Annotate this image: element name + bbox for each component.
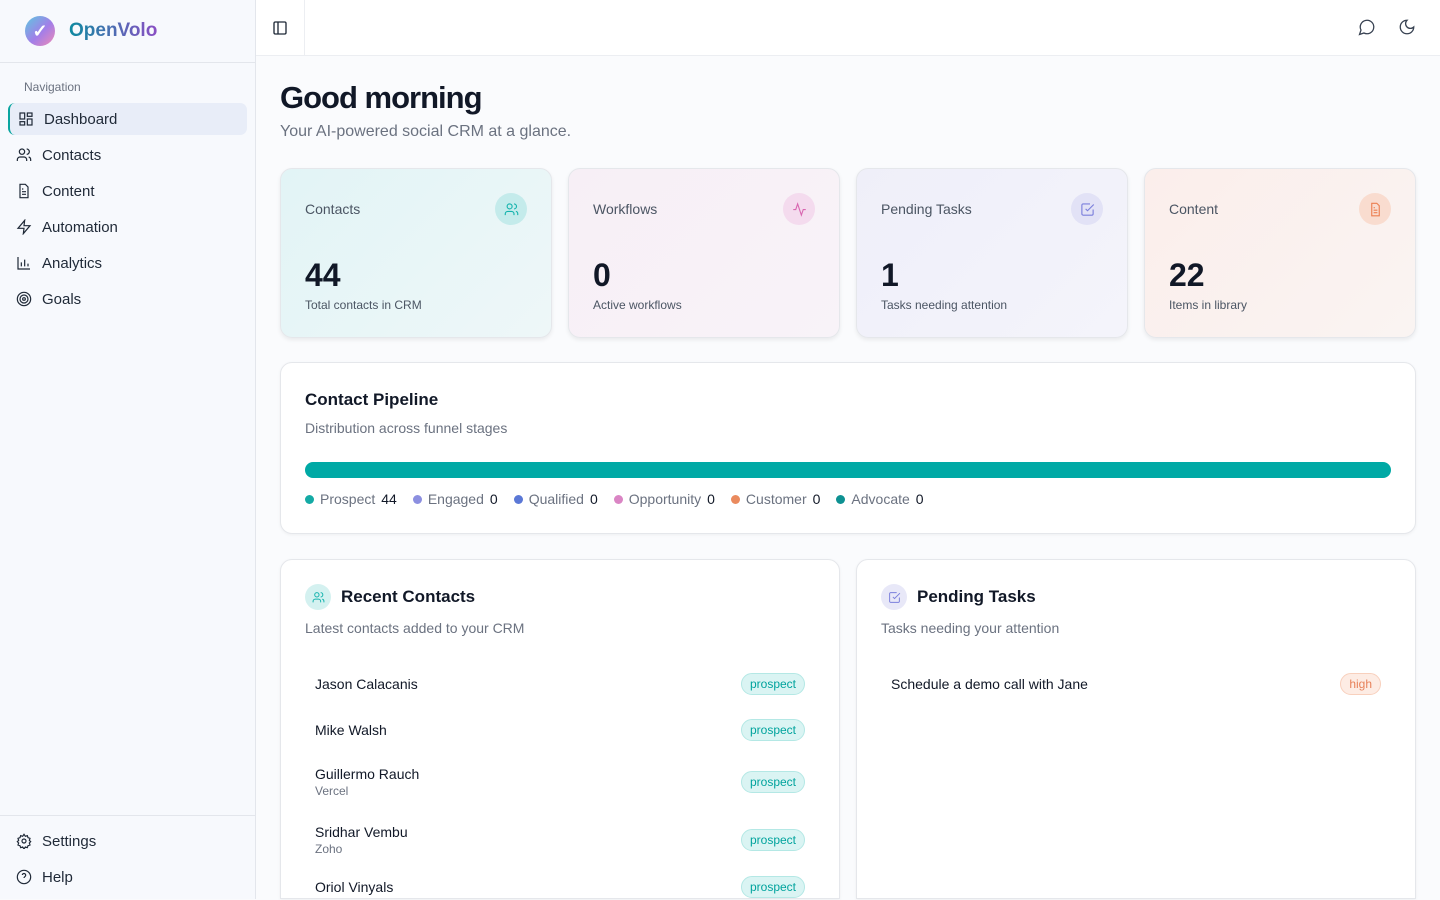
pending-tasks-subtitle: Tasks needing your attention: [881, 620, 1059, 636]
check-square-icon: [1071, 193, 1103, 225]
contact-row[interactable]: Sridhar VembuZohoprospect: [315, 824, 805, 856]
legend-item-engaged: Engaged0: [413, 491, 498, 507]
legend-item-opportunity: Opportunity0: [614, 491, 715, 507]
stat-value: 44: [305, 257, 341, 294]
sidebar-toggle-button[interactable]: [256, 0, 305, 56]
stat-description: Active workflows: [593, 298, 682, 312]
stat-label: Workflows: [593, 201, 815, 217]
activity-icon: [783, 193, 815, 225]
stat-value: 22: [1169, 257, 1205, 294]
sidebar-item-label: Contacts: [42, 147, 101, 164]
stat-card-contacts[interactable]: Contacts 44 Total contacts in CRM: [280, 168, 552, 338]
stat-description: Total contacts in CRM: [305, 298, 422, 312]
pending-tasks-card: Pending Tasks Tasks needing your attenti…: [856, 559, 1416, 899]
users-icon: [305, 584, 331, 610]
pipeline-title: Contact Pipeline: [305, 390, 438, 410]
stat-card-content[interactable]: Content 22 Items in library: [1144, 168, 1416, 338]
legend-item-prospect: Prospect44: [305, 491, 397, 507]
top-bar: [256, 0, 1440, 56]
contact-row[interactable]: Mike Walshprospect: [315, 719, 805, 741]
file-text-icon: [16, 183, 32, 199]
pipeline-legend: Prospect44 Engaged0 Qualified0 Opportuni…: [305, 491, 924, 507]
sidebar-item-analytics[interactable]: Analytics: [8, 247, 247, 279]
contact-company: Zoho: [315, 842, 408, 856]
contact-company: Vercel: [315, 784, 419, 798]
sidebar-item-label: Help: [42, 869, 73, 886]
sidebar-item-label: Analytics: [42, 255, 102, 272]
stat-value: 1: [881, 257, 899, 294]
priority-badge: high: [1340, 673, 1381, 695]
pipeline-bar-prospect: [305, 462, 1391, 478]
stat-card-pending-tasks[interactable]: Pending Tasks 1 Tasks needing attention: [856, 168, 1128, 338]
stat-label: Contacts: [305, 201, 527, 217]
stat-card-workflows[interactable]: Workflows 0 Active workflows: [568, 168, 840, 338]
sidebar-item-goals[interactable]: Goals: [8, 283, 247, 315]
stat-value: 0: [593, 257, 611, 294]
sidebar-item-label: Content: [42, 183, 95, 200]
gear-icon: [16, 833, 32, 849]
legend-item-advocate: Advocate0: [836, 491, 923, 507]
panel-left-icon: [272, 20, 288, 36]
sidebar-item-dashboard[interactable]: Dashboard: [8, 103, 247, 135]
stat-description: Tasks needing attention: [881, 298, 1007, 312]
check-square-icon: [881, 584, 907, 610]
logo[interactable]: ✓ OpenVolo: [0, 0, 255, 63]
pipeline-subtitle: Distribution across funnel stages: [305, 420, 507, 436]
sidebar-item-label: Settings: [42, 833, 96, 850]
pending-tasks-title: Pending Tasks: [917, 587, 1036, 607]
stat-label: Content: [1169, 201, 1391, 217]
file-text-icon: [1359, 193, 1391, 225]
contact-row[interactable]: Oriol Vinyalsprospect: [315, 876, 805, 898]
sidebar-item-contacts[interactable]: Contacts: [8, 139, 247, 171]
bar-chart-icon: [16, 255, 32, 271]
logo-mark-icon: ✓: [25, 16, 55, 46]
recent-contacts-title: Recent Contacts: [341, 587, 475, 607]
page-subtitle: Your AI-powered social CRM at a glance.: [280, 123, 571, 141]
target-icon: [16, 291, 32, 307]
stage-badge: prospect: [741, 876, 805, 898]
nav-section-label: Navigation: [0, 63, 255, 103]
contact-pipeline-card: Contact Pipeline Distribution across fun…: [280, 362, 1416, 534]
sidebar-item-label: Automation: [42, 219, 118, 236]
help-circle-icon: [16, 869, 32, 885]
zap-icon: [16, 219, 32, 235]
recent-contacts-subtitle: Latest contacts added to your CRM: [305, 620, 524, 636]
legend-item-customer: Customer0: [731, 491, 820, 507]
sidebar: ✓ OpenVolo Navigation Dashboard Contacts…: [0, 0, 256, 899]
dashboard-icon: [18, 111, 34, 127]
stage-badge: prospect: [741, 673, 805, 695]
stage-badge: prospect: [741, 719, 805, 741]
app-name: OpenVolo: [69, 20, 157, 42]
task-row[interactable]: Schedule a demo call with Janehigh: [891, 673, 1381, 695]
stat-description: Items in library: [1169, 298, 1247, 312]
chat-icon[interactable]: [1358, 18, 1376, 36]
stage-badge: prospect: [741, 771, 805, 793]
sidebar-item-label: Dashboard: [44, 111, 117, 128]
page-title: Good morning: [280, 80, 482, 116]
stage-badge: prospect: [741, 829, 805, 851]
sidebar-item-help[interactable]: Help: [8, 861, 247, 893]
moon-icon[interactable]: [1398, 18, 1416, 36]
users-icon: [495, 193, 527, 225]
sidebar-item-automation[interactable]: Automation: [8, 211, 247, 243]
contact-row[interactable]: Jason Calacanisprospect: [315, 673, 805, 695]
recent-contacts-card: Recent Contacts Latest contacts added to…: [280, 559, 840, 899]
contact-row[interactable]: Guillermo RauchVercelprospect: [315, 766, 805, 798]
sidebar-item-label: Goals: [42, 291, 81, 308]
stat-label: Pending Tasks: [881, 201, 1103, 217]
sidebar-item-settings[interactable]: Settings: [8, 825, 247, 857]
legend-item-qualified: Qualified0: [514, 491, 598, 507]
users-icon: [16, 147, 32, 163]
sidebar-item-content[interactable]: Content: [8, 175, 247, 207]
